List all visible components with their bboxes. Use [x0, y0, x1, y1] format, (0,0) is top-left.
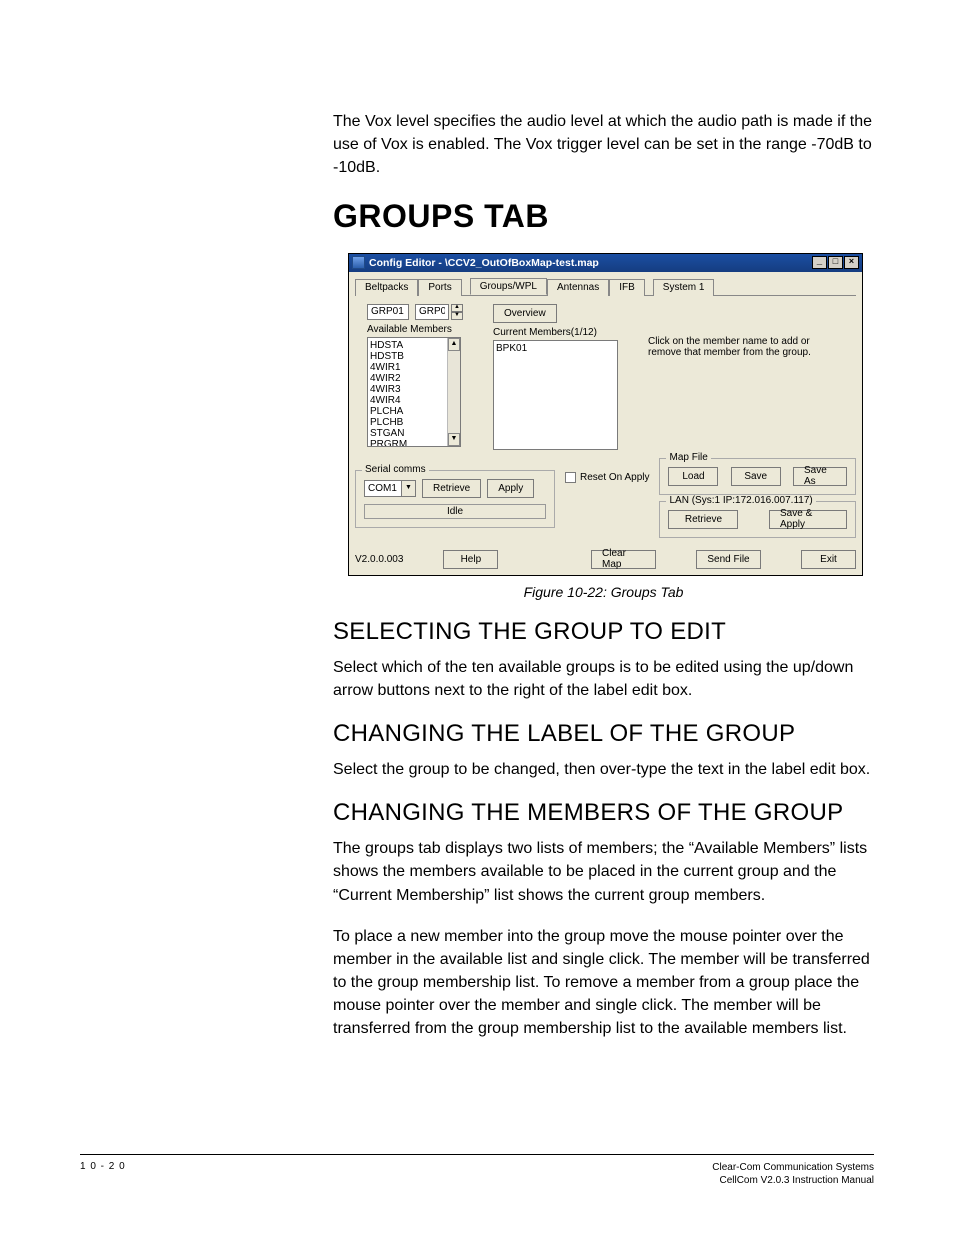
group-spin-down[interactable]: ▼	[451, 312, 463, 320]
list-item[interactable]: 4WIR1	[370, 362, 458, 373]
heading-changing-members: CHANGING THE MEMBERS OF THE GROUP	[333, 799, 874, 827]
intro-paragraph: The Vox level specifies the audio level …	[333, 110, 874, 180]
tab-antennas[interactable]: Antennas	[547, 279, 609, 296]
tab-system1[interactable]: System 1	[653, 279, 715, 296]
reset-on-apply-checkbox[interactable]: Reset On Apply	[565, 472, 649, 483]
hint-text: Click on the member name to add or remov…	[648, 336, 828, 358]
list-item[interactable]: 4WIR2	[370, 373, 458, 384]
lan-retrieve-button[interactable]: Retrieve	[668, 510, 738, 529]
config-editor-window: Config Editor - \CCV2_OutOfBoxMap-test.m…	[348, 253, 863, 576]
paragraph-selecting: Select which of the ten available groups…	[333, 656, 874, 702]
paragraph-members-2: To place a new member into the group mov…	[333, 925, 874, 1041]
scroll-down-icon[interactable]: ▼	[448, 433, 460, 446]
list-item[interactable]: PLCHB	[370, 417, 458, 428]
tabs: Beltpacks Ports Groups/WPL Antennas IFB …	[355, 278, 856, 296]
page-number: 1 0 - 2 0	[80, 1161, 126, 1187]
version-label: V2.0.0.003	[355, 554, 403, 565]
footer-company: Clear-Com Communication Systems	[712, 1161, 874, 1174]
group-spin-up[interactable]: ▲	[451, 304, 463, 312]
serial-comms-group: Serial comms COM1 ▼ Retrieve Apply Idle	[355, 470, 555, 528]
app-icon	[352, 256, 365, 269]
group-spin-value[interactable]	[415, 304, 449, 320]
list-item[interactable]: STGAN	[370, 428, 458, 439]
heading-groups-tab: GROUPS TAB	[333, 198, 874, 235]
overview-button[interactable]: Overview	[493, 304, 557, 323]
paragraph-members-1: The groups tab displays two lists of mem…	[333, 837, 874, 907]
tab-beltpacks[interactable]: Beltpacks	[355, 279, 418, 296]
list-item[interactable]: HDSTB	[370, 351, 458, 362]
minimize-button[interactable]: _	[812, 256, 827, 269]
group-label-input[interactable]	[367, 304, 409, 320]
paragraph-label: Select the group to be changed, then ove…	[333, 758, 874, 781]
close-button[interactable]: ×	[844, 256, 859, 269]
help-button[interactable]: Help	[443, 550, 498, 569]
available-members-label: Available Members	[367, 324, 463, 335]
tab-ports[interactable]: Ports	[418, 279, 461, 296]
scrollbar[interactable]: ▲ ▼	[447, 338, 460, 446]
lan-legend: LAN (Sys:1 IP:172.016.007.117)	[666, 495, 815, 506]
list-item[interactable]: BPK01	[496, 343, 615, 354]
chevron-down-icon[interactable]: ▼	[401, 481, 415, 496]
save-button[interactable]: Save	[731, 467, 781, 486]
tab-groups-wpl[interactable]: Groups/WPL	[470, 278, 547, 295]
window-title: Config Editor - \CCV2_OutOfBoxMap-test.m…	[369, 257, 811, 269]
heading-changing-label: CHANGING THE LABEL OF THE GROUP	[333, 720, 874, 748]
tab-ifb[interactable]: IFB	[609, 279, 645, 296]
save-as-button[interactable]: Save As	[793, 467, 847, 486]
heading-selecting-group: SELECTING THE GROUP TO EDIT	[333, 618, 874, 646]
scroll-up-icon[interactable]: ▲	[448, 338, 460, 351]
figure-caption: Figure 10-22: Groups Tab	[333, 584, 874, 600]
map-file-legend: Map File	[666, 452, 710, 463]
available-members-list[interactable]: HDSTA HDSTB 4WIR1 4WIR2 4WIR3 4WIR4 PLCH…	[367, 337, 461, 447]
list-item[interactable]: PRGRM	[370, 439, 458, 447]
serial-comms-legend: Serial comms	[362, 464, 429, 475]
list-item[interactable]: HDSTA	[370, 340, 458, 351]
list-item[interactable]: 4WIR3	[370, 384, 458, 395]
checkbox-icon[interactable]	[565, 472, 576, 483]
apply-button[interactable]: Apply	[487, 479, 534, 498]
lan-group: LAN (Sys:1 IP:172.016.007.117) Retrieve …	[659, 501, 856, 538]
map-file-group: Map File Load Save Save As	[659, 458, 856, 495]
load-button[interactable]: Load	[668, 467, 718, 486]
current-members-list[interactable]: BPK01	[493, 340, 618, 450]
retrieve-button[interactable]: Retrieve	[422, 479, 481, 498]
list-item[interactable]: 4WIR4	[370, 395, 458, 406]
clear-map-button[interactable]: Clear Map	[591, 550, 656, 569]
status-text: Idle	[364, 504, 546, 519]
footer-manual: CellCom V2.0.3 Instruction Manual	[712, 1174, 874, 1187]
titlebar: Config Editor - \CCV2_OutOfBoxMap-test.m…	[349, 254, 862, 272]
maximize-button[interactable]: □	[828, 256, 843, 269]
exit-button[interactable]: Exit	[801, 550, 856, 569]
save-apply-button[interactable]: Save & Apply	[769, 510, 847, 529]
current-members-label: Current Members(1/12)	[493, 327, 618, 338]
send-file-button[interactable]: Send File	[696, 550, 761, 569]
com-port-select[interactable]: COM1 ▼	[364, 480, 416, 497]
list-item[interactable]: PLCHA	[370, 406, 458, 417]
